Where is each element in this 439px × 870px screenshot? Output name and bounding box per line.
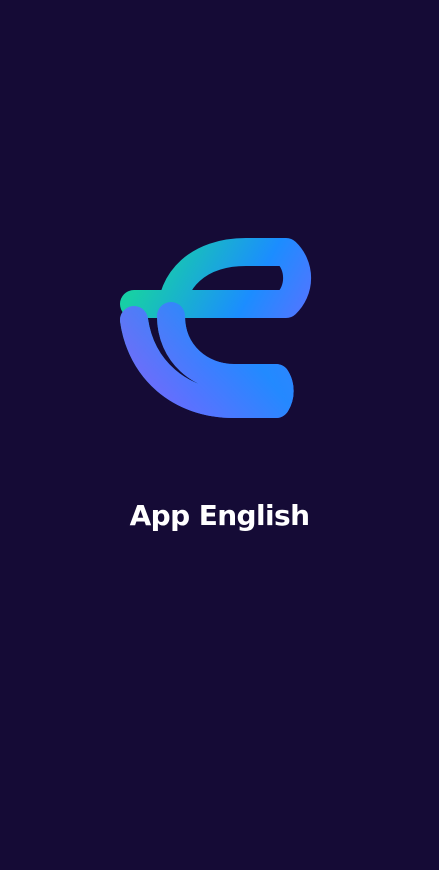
splash-screen: App English (0, 0, 439, 870)
app-title: App English (129, 499, 310, 532)
app-english-logo-icon (110, 228, 330, 434)
